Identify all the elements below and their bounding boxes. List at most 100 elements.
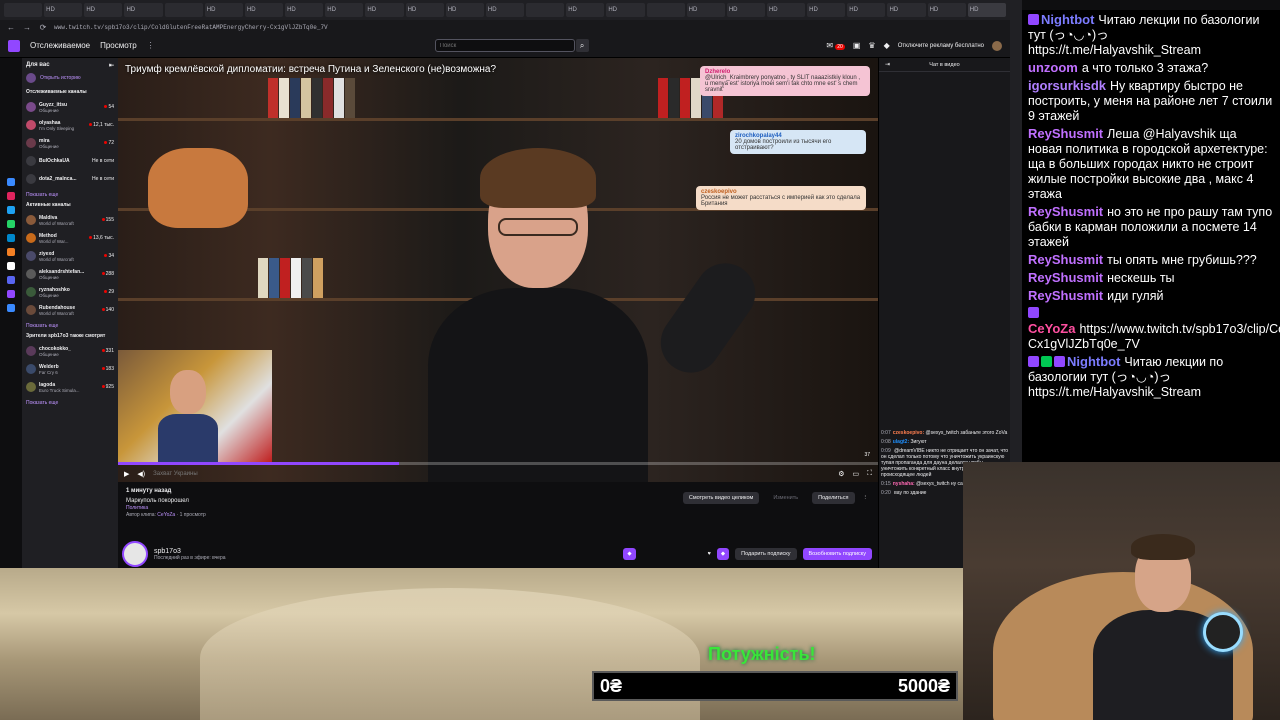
browser-tab[interactable]: HD — [606, 3, 645, 17]
sidebar-channel[interactable]: aleksandrshtefan... Общение 288 — [26, 265, 114, 283]
show-more-link[interactable]: Показать еще — [26, 192, 114, 198]
twitch-logo-icon[interactable] — [8, 39, 20, 52]
sidebar-channel[interactable]: olyashaa I'm Only Sleeping 12,1 тыс. — [26, 116, 114, 134]
app-icon[interactable] — [7, 178, 15, 186]
bits-button[interactable]: ◆ — [623, 548, 636, 560]
browser-tab[interactable]: HD — [325, 3, 364, 17]
browser-tab[interactable]: HD — [365, 3, 404, 17]
inbox-icon[interactable]: ▣ — [853, 41, 861, 50]
browser-tab[interactable]: HD — [887, 3, 926, 17]
gear-icon[interactable]: ⚙ — [838, 470, 844, 478]
sidebar-channel[interactable]: Rubendahouse World of Warcraft 140 — [26, 301, 114, 319]
browser-tab[interactable] — [526, 3, 565, 17]
browser-tab[interactable] — [646, 3, 685, 17]
sidebar-channel[interactable]: BulOchkaUA Не в сети — [26, 152, 114, 170]
browser-tab[interactable]: HD — [124, 3, 163, 17]
browser-tab[interactable]: HD — [566, 3, 605, 17]
sidebar-channel[interactable]: mira Общение 72 — [26, 134, 114, 152]
app-icon[interactable] — [7, 234, 15, 242]
app-icon[interactable] — [7, 248, 15, 256]
app-icon[interactable] — [7, 262, 15, 270]
app-icon[interactable] — [7, 220, 15, 228]
browser-tab[interactable]: HD — [244, 3, 284, 17]
stream-chat-username: unzoom — [1028, 60, 1078, 75]
nav-following[interactable]: Отслеживаемое — [30, 41, 90, 50]
app-icon[interactable] — [7, 304, 15, 312]
channel-text: dota2_malnca... — [39, 176, 89, 182]
browser-tab[interactable]: HD — [807, 3, 846, 17]
sidebar-channel[interactable]: Welderb Far Cry 6 183 — [26, 360, 114, 378]
streamer-webcam-overlay — [118, 350, 272, 462]
history-link[interactable]: Открыть историю — [40, 75, 81, 81]
browser-tab[interactable]: HD — [84, 3, 123, 17]
sidebar-channel[interactable]: Guyzz_ittsu Общение 54 — [26, 98, 114, 116]
browser-tab[interactable]: HD — [766, 3, 806, 17]
stream-chat-line: CeYoZa https://www.twitch.tv/spb17o3/clip… — [1028, 306, 1280, 352]
url-field[interactable]: www.twitch.tv/spb17o3/clip/ColdGlutenFre… — [54, 24, 1004, 31]
sidebar-channel[interactable]: ryznahoshko Общение 29 — [26, 283, 114, 301]
edit-button[interactable]: Изменить — [767, 492, 804, 504]
chat-username[interactable]: ulagt2: — [893, 439, 909, 445]
browser-tab[interactable]: HD — [847, 3, 886, 17]
stream-chat-message: а что только 3 этажа? — [1081, 61, 1209, 75]
sidebar-channel[interactable]: lagoda Euro Truck Simula... 925 — [26, 378, 114, 396]
collapse-sidebar-icon[interactable]: ⇤ — [109, 62, 114, 69]
gift-icon[interactable]: ◆ — [716, 548, 730, 560]
more-icon[interactable]: ⋮ — [863, 495, 869, 501]
volume-icon[interactable]: ◀) — [137, 470, 145, 478]
sidebar-channel[interactable]: chocokokko_ Общение 331 — [26, 342, 114, 360]
app-icon[interactable] — [7, 192, 15, 200]
browser-tab[interactable]: HD — [44, 3, 83, 17]
chat-username[interactable]: nyshaha: — [893, 481, 915, 487]
browser-tab[interactable]: HD — [967, 3, 1006, 17]
fullscreen-icon[interactable]: ⛶ — [867, 470, 872, 478]
theatre-icon[interactable]: ▭ — [852, 470, 859, 478]
more-icon[interactable]: ⋮ — [147, 41, 155, 50]
resub-button[interactable]: Возобновить подписку — [802, 548, 872, 560]
heart-icon[interactable]: ♥ — [708, 551, 711, 557]
browser-tab[interactable]: HD — [485, 3, 525, 17]
browser-tab[interactable]: HD — [927, 3, 966, 17]
plush-caracal — [148, 148, 248, 228]
reload-icon[interactable]: ⟳ — [38, 23, 48, 32]
prime-button[interactable]: Отключите рекламу бесплатно — [898, 43, 984, 49]
clip-category[interactable]: Политика — [126, 505, 870, 511]
browser-tab[interactable]: HD — [445, 3, 484, 17]
browser-tab[interactable]: HD — [405, 3, 444, 17]
notifications-icon[interactable]: ✉ 20 — [826, 41, 845, 50]
gift-sub-button[interactable]: Подарить подписку — [735, 548, 797, 560]
browser-tab[interactable]: HD — [204, 3, 243, 17]
channel-name[interactable]: spb17o3 — [154, 548, 226, 555]
video-player[interactable]: Триумф кремлёвской дипломатии: встреча П… — [118, 58, 878, 482]
watch-full-button[interactable]: Смотреть видео целиком — [682, 492, 760, 504]
nav-browse[interactable]: Просмотр — [100, 41, 137, 50]
bits-icon[interactable]: ◆ — [884, 41, 890, 50]
browser-tab[interactable]: HD — [726, 3, 765, 17]
play-icon[interactable]: ▶ — [124, 470, 129, 478]
share-button[interactable]: Поделиться — [812, 492, 855, 504]
browser-tab[interactable]: HD — [686, 3, 725, 17]
clip-author[interactable]: CeYoZa — [157, 512, 175, 518]
sidebar-channel[interactable]: Maldiva World of Warcraft 155 — [26, 211, 114, 229]
app-icon[interactable] — [7, 290, 15, 298]
app-icon[interactable] — [7, 276, 15, 284]
collapse-chat-icon[interactable]: ⇥ — [885, 61, 890, 68]
forward-icon[interactable]: → — [22, 23, 32, 32]
back-icon[interactable]: ← — [6, 23, 16, 32]
app-icon[interactable] — [7, 206, 15, 214]
crown-icon[interactable]: ♛ — [868, 41, 875, 50]
browser-tab[interactable]: HD — [285, 3, 324, 17]
show-more-link[interactable]: Показать еще — [26, 323, 114, 329]
search-icon[interactable]: ⌕ — [575, 39, 589, 52]
user-avatar[interactable] — [992, 40, 1002, 51]
show-more-link[interactable]: Показать еще — [26, 400, 114, 406]
sidebar-channel[interactable]: ziyexd World of Warcraft 34 — [26, 247, 114, 265]
sidebar-channel[interactable]: dota2_malnca... Не в сети — [26, 170, 114, 188]
channel-actions: ◆ ♥ ◆ Подарить подписку Возобновить подп… — [623, 548, 872, 560]
channel-avatar[interactable] — [122, 541, 148, 567]
sidebar-channel[interactable]: Method World of War... 13,6 тыс. — [26, 229, 114, 247]
browser-tab[interactable] — [4, 3, 43, 17]
chat-username[interactable]: czeskoepivo: — [893, 430, 924, 436]
search-input[interactable] — [434, 39, 575, 52]
browser-tab[interactable] — [164, 3, 203, 17]
